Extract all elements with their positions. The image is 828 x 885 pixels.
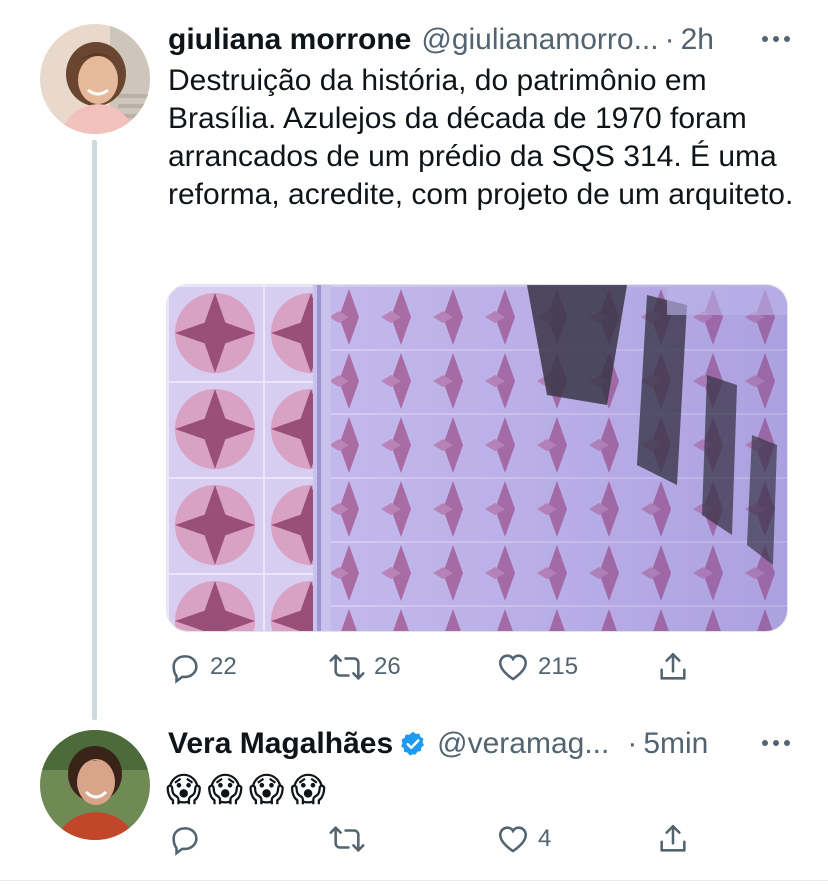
reply-count: 22 [210,653,237,680]
like-button[interactable]: 215 [496,650,578,684]
share-icon [660,824,686,852]
separator: · [627,727,638,760]
heart-icon [498,826,528,853]
like-button[interactable]: 4 [496,822,551,856]
user-handle[interactable]: @veramag... [437,726,609,762]
emoji-text: 😱😱😱😱 [166,771,332,809]
reply-icon [172,827,198,856]
tweet-giuliana[interactable]: giuliana morrone @giulianamorro... · 2h … [0,0,828,720]
share-icon [660,652,686,680]
share-button[interactable] [656,650,690,684]
tweet-actions: 22 26 215 [168,650,708,690]
tweet-text: Destruição da história, do patrimônio em… [168,64,794,211]
separator: · [664,23,675,56]
avatar[interactable] [40,730,150,840]
more-options-icon[interactable] [762,36,790,42]
tweet-header: giuliana morrone @giulianamorro... · 2h [168,22,714,58]
verified-badge-icon [401,731,425,756]
share-button[interactable] [656,822,690,856]
retweet-icon [329,826,365,852]
timestamp[interactable]: 2h [681,22,714,58]
tweet-header: Vera Magalhães @veramag... · 5min [168,726,708,762]
retweet-button[interactable]: 26 [328,650,401,684]
reply-button[interactable]: 22 [168,650,237,684]
reply-button[interactable] [168,822,202,856]
tweet-media-photo[interactable] [166,284,788,632]
display-name[interactable]: giuliana morrone [168,22,411,58]
divider [0,880,828,881]
like-count: 215 [538,653,579,680]
retweet-icon [329,654,365,680]
tweet-text: 😱😱😱😱 [166,770,332,810]
like-count: 4 [538,825,552,852]
thread-line [92,140,97,720]
tweet-vera[interactable]: Vera Magalhães @veramag... · 5min 😱😱😱😱 4 [0,720,828,885]
heart-icon [498,654,528,681]
timestamp[interactable]: 5min [643,726,708,762]
tweet-actions: 4 [168,822,708,862]
retweet-button[interactable] [328,822,366,856]
display-name[interactable]: Vera Magalhães [168,726,393,762]
avatar[interactable] [40,24,150,134]
retweet-count: 26 [374,653,401,680]
reply-icon [172,655,198,684]
user-handle[interactable]: @giulianamorro... [421,22,658,58]
more-options-icon[interactable] [762,740,790,746]
